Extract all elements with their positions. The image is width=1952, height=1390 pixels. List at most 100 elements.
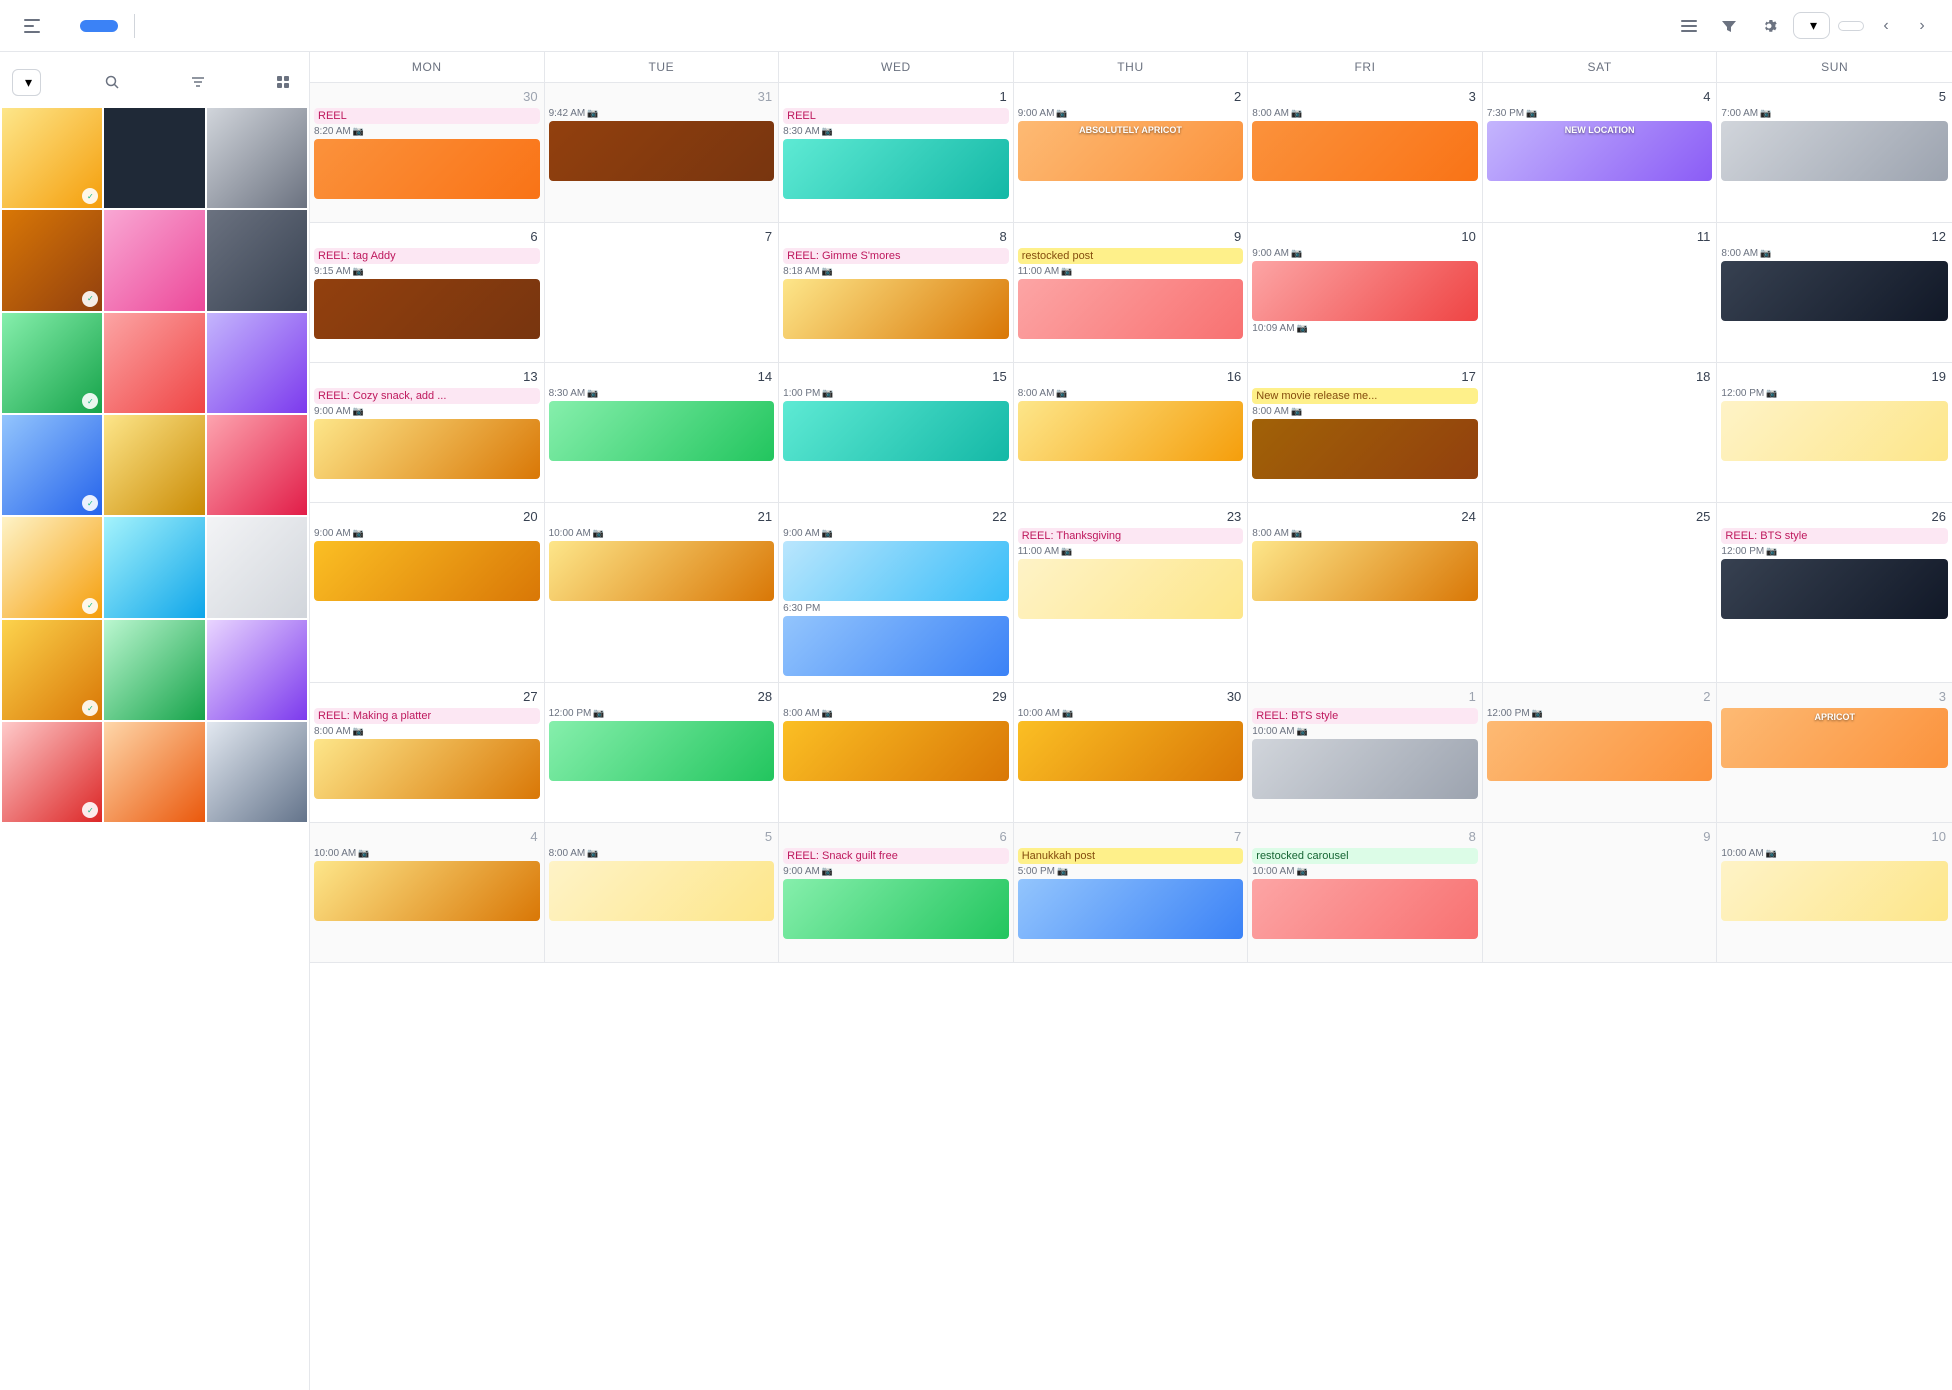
calendar-cell[interactable]: 26REEL: BTS style12:00 PM 📷	[1717, 503, 1952, 683]
day-number: 12	[1721, 227, 1948, 248]
calendar-cell[interactable]: 1REEL8:30 AM 📷	[779, 83, 1014, 223]
sidebar-image-item[interactable]: ✓	[2, 517, 102, 617]
settings-button[interactable]	[1753, 10, 1785, 42]
calendar-cell[interactable]: 212:00 PM 📷	[1483, 683, 1718, 823]
sidebar-image-item[interactable]	[207, 620, 307, 720]
sidebar-search-button[interactable]	[98, 68, 126, 96]
calendar-event-badge[interactable]: Hanukkah post	[1018, 848, 1244, 864]
calendar-cell[interactable]: 128:00 AM 📷	[1717, 223, 1952, 363]
calendar-event-badge[interactable]: restocked carousel	[1252, 848, 1478, 864]
calendar-event-badge[interactable]: restocked post	[1018, 248, 1244, 264]
today-button[interactable]	[1838, 21, 1864, 31]
sidebar-image-item[interactable]: ✓	[2, 313, 102, 413]
calendar-cell[interactable]: 11	[1483, 223, 1718, 363]
sidebar-image-item[interactable]	[207, 108, 307, 208]
event-thumbnail	[1721, 261, 1948, 321]
calendar-cell[interactable]: 229:00 AM 📷6:30 PM	[779, 503, 1014, 683]
camera-icon: 📷	[353, 266, 364, 277]
calendar-cell[interactable]: 209:00 AM 📷	[310, 503, 545, 683]
sidebar-image-item[interactable]	[104, 415, 204, 515]
prev-month-button[interactable]: ‹	[1872, 12, 1900, 40]
sidebar-grid-view-button[interactable]	[269, 68, 297, 96]
calendar-cell[interactable]: 23REEL: Thanksgiving11:00 AM 📷	[1014, 503, 1249, 683]
calendar-event-badge[interactable]: REEL: tag Addy	[314, 248, 540, 264]
sidebar-image-item[interactable]	[207, 210, 307, 310]
calendar-event-badge[interactable]: REEL	[783, 108, 1009, 124]
calendar-cell[interactable]: 25	[1483, 503, 1718, 683]
calendar-cell[interactable]: 38:00 AM 📷	[1248, 83, 1483, 223]
calendar-cell[interactable]: 29:00 AM 📷ABSOLUTELY APRICOT	[1014, 83, 1249, 223]
calendar-cell[interactable]: 9	[1483, 823, 1718, 963]
calendar-cell[interactable]: 3010:00 AM 📷	[1014, 683, 1249, 823]
calendar-cell[interactable]: 2812:00 PM 📷	[545, 683, 780, 823]
event-time: 8:20 AM 📷	[314, 126, 540, 137]
filter-all-dropdown[interactable]: ▾	[12, 69, 41, 96]
calendar-cell[interactable]: 319:42 AM 📷	[545, 83, 780, 223]
sidebar-image-item[interactable]	[104, 517, 204, 617]
app-header: ▾ ‹ ›	[0, 0, 1952, 52]
sidebar-image-item[interactable]: ✓	[2, 722, 102, 822]
calendar-event-badge[interactable]: REEL: Gimme S'mores	[783, 248, 1009, 264]
calendar-cell[interactable]: 6REEL: Snack guilt free9:00 AM 📷	[779, 823, 1014, 963]
calendar-event-badge[interactable]: REEL: BTS style	[1721, 528, 1948, 544]
calendar-cell[interactable]: 1010:00 AM 📷	[1717, 823, 1952, 963]
calendar-cell[interactable]: 1912:00 PM 📷	[1717, 363, 1952, 503]
calendar-event-badge[interactable]: New movie release me...	[1252, 388, 1478, 404]
calendar-cell[interactable]: 1REEL: BTS style10:00 AM 📷	[1248, 683, 1483, 823]
calendar-cell[interactable]: 7	[545, 223, 780, 363]
calendar-cell[interactable]: 109:00 AM 📷10:09 AM 📷	[1248, 223, 1483, 363]
sidebar-image-item[interactable]	[104, 722, 204, 822]
calendar-cell[interactable]: 58:00 AM 📷	[545, 823, 780, 963]
calendar-cell[interactable]: 30REEL8:20 AM 📷	[310, 83, 545, 223]
calendar-cell[interactable]: 298:00 AM 📷	[779, 683, 1014, 823]
calendar-event-badge[interactable]: REEL: Cozy snack, add ...	[314, 388, 540, 404]
calendar-cell[interactable]: 2110:00 AM 📷	[545, 503, 780, 683]
calendar-event-badge[interactable]: REEL	[314, 108, 540, 124]
sidebar-image-item[interactable]	[104, 620, 204, 720]
sidebar-image-item[interactable]	[207, 415, 307, 515]
sidebar-image-item[interactable]	[207, 722, 307, 822]
gear-icon	[1760, 17, 1778, 35]
calendar-cell[interactable]: 8restocked carousel10:00 AM 📷	[1248, 823, 1483, 963]
calendar-cell[interactable]: 27REEL: Making a platter8:00 AM 📷	[310, 683, 545, 823]
new-button[interactable]	[80, 20, 118, 32]
calendar-cell[interactable]: 7Hanukkah post5:00 PM 📷	[1014, 823, 1249, 963]
calendar-cell[interactable]: 17New movie release me...8:00 AM 📷	[1248, 363, 1483, 503]
day-header: MON	[310, 52, 545, 82]
sidebar-sort-button[interactable]	[184, 68, 212, 96]
calendar-cell[interactable]: 248:00 AM 📷	[1248, 503, 1483, 683]
sidebar-toggle-button[interactable]	[16, 10, 48, 42]
calendar-cell[interactable]: 148:30 AM 📷	[545, 363, 780, 503]
sidebar-image-item[interactable]: ✓	[2, 108, 102, 208]
sidebar-image-item[interactable]: ✓	[2, 620, 102, 720]
day-number: 15	[783, 367, 1009, 388]
list-view-button[interactable]	[1673, 10, 1705, 42]
calendar-cell[interactable]: 6REEL: tag Addy9:15 AM 📷	[310, 223, 545, 363]
calendar-cell[interactable]: 47:30 PM 📷NEW LOCATION	[1483, 83, 1718, 223]
sidebar-image-item[interactable]	[207, 517, 307, 617]
calendar-event-badge[interactable]: REEL: BTS style	[1252, 708, 1478, 724]
calendar-cell[interactable]: 168:00 AM 📷	[1014, 363, 1249, 503]
calendar-cell[interactable]: 18	[1483, 363, 1718, 503]
calendar-event-badge[interactable]: REEL: Snack guilt free	[783, 848, 1009, 864]
day-header: SAT	[1483, 52, 1718, 82]
calendar-cell[interactable]: 151:00 PM 📷	[779, 363, 1014, 503]
calendar-cell[interactable]: 13REEL: Cozy snack, add ...9:00 AM 📷	[310, 363, 545, 503]
sidebar-image-item[interactable]: ✓	[2, 415, 102, 515]
month-view-button[interactable]: ▾	[1793, 12, 1830, 39]
calendar-cell[interactable]: 9restocked post11:00 AM 📷	[1014, 223, 1249, 363]
calendar-cell[interactable]: 8REEL: Gimme S'mores8:18 AM 📷	[779, 223, 1014, 363]
calendar-cell[interactable]: 410:00 AM 📷	[310, 823, 545, 963]
sidebar-image-item[interactable]: ✓	[2, 210, 102, 310]
calendar-event-badge[interactable]: REEL: Thanksgiving	[1018, 528, 1244, 544]
next-month-button[interactable]: ›	[1908, 12, 1936, 40]
calendar-cell[interactable]: 57:00 AM 📷	[1717, 83, 1952, 223]
search-icon	[104, 74, 120, 90]
filter-button[interactable]	[1713, 10, 1745, 42]
sidebar-image-item[interactable]	[104, 108, 204, 208]
calendar-cell[interactable]: 3APRICOT	[1717, 683, 1952, 823]
sidebar-image-item[interactable]	[104, 210, 204, 310]
sidebar-image-item[interactable]	[207, 313, 307, 413]
sidebar-image-item[interactable]	[104, 313, 204, 413]
calendar-event-badge[interactable]: REEL: Making a platter	[314, 708, 540, 724]
